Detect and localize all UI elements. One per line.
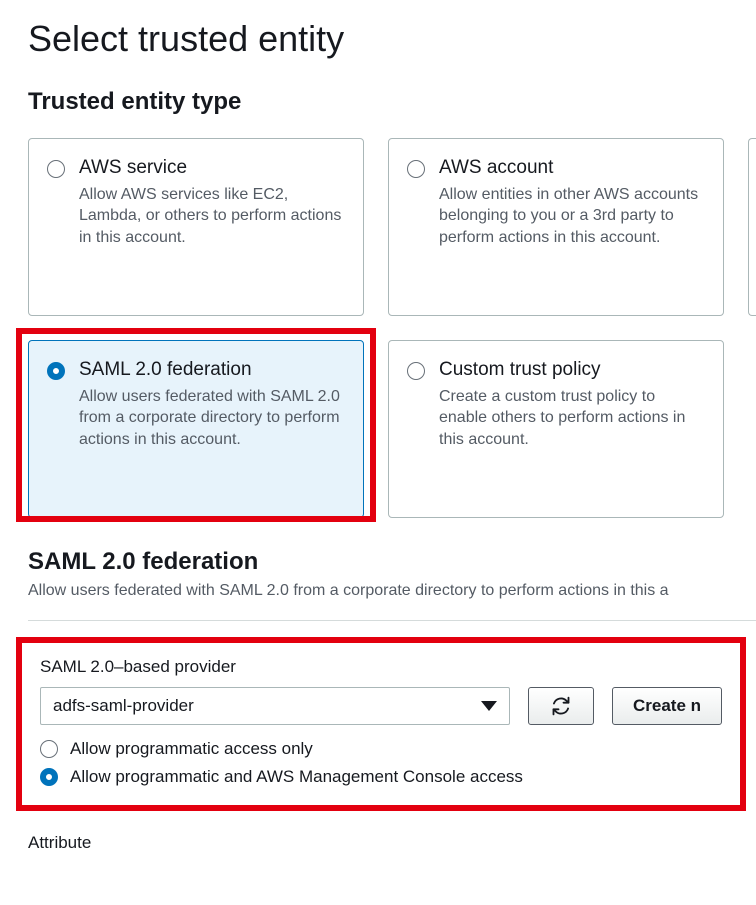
access-option-programmatic-only[interactable]: Allow programmatic access only bbox=[40, 739, 744, 759]
chevron-down-icon bbox=[481, 701, 497, 711]
refresh-icon bbox=[551, 696, 571, 716]
access-option-console-access[interactable]: Allow programmatic and AWS Management Co… bbox=[40, 767, 744, 787]
card-desc: Allow AWS services like EC2, Lambda, or … bbox=[79, 184, 347, 249]
radio-icon bbox=[40, 740, 58, 758]
provider-select-value: adfs-saml-provider bbox=[53, 696, 194, 716]
create-provider-button[interactable]: Create n bbox=[612, 687, 722, 725]
radio-icon bbox=[47, 362, 65, 380]
entity-card-aws-service[interactable]: AWS service Allow AWS services like EC2,… bbox=[28, 138, 364, 316]
provider-select[interactable]: adfs-saml-provider bbox=[40, 687, 510, 725]
radio-icon bbox=[407, 160, 425, 178]
card-label: Custom trust policy bbox=[439, 359, 707, 382]
provider-label: SAML 2.0–based provider bbox=[40, 657, 744, 677]
page-title: Select trusted entity bbox=[28, 18, 756, 60]
refresh-button[interactable] bbox=[528, 687, 594, 725]
access-option-label: Allow programmatic and AWS Management Co… bbox=[70, 767, 523, 787]
access-option-label: Allow programmatic access only bbox=[70, 739, 313, 759]
section-trusted-entity-type: Trusted entity type bbox=[28, 88, 756, 116]
entity-card-custom-trust-policy[interactable]: Custom trust policy Create a custom trus… bbox=[388, 340, 724, 518]
attribute-label: Attribute bbox=[28, 833, 756, 853]
radio-icon bbox=[47, 160, 65, 178]
card-label: AWS account bbox=[439, 157, 707, 180]
saml-heading: SAML 2.0 federation bbox=[28, 548, 756, 576]
card-desc: Allow entities in other AWS accounts bel… bbox=[439, 184, 707, 249]
radio-icon bbox=[40, 768, 58, 786]
card-desc: Create a custom trust policy to enable o… bbox=[439, 386, 707, 451]
card-label: AWS service bbox=[79, 157, 347, 180]
entity-card-saml-federation[interactable]: SAML 2.0 federation Allow users federate… bbox=[28, 340, 364, 518]
card-label: SAML 2.0 federation bbox=[79, 359, 347, 382]
entity-card-partial[interactable] bbox=[748, 138, 756, 316]
saml-subtext: Allow users federated with SAML 2.0 from… bbox=[28, 582, 756, 600]
radio-icon bbox=[407, 362, 425, 380]
entity-card-aws-account[interactable]: AWS account Allow entities in other AWS … bbox=[388, 138, 724, 316]
card-desc: Allow users federated with SAML 2.0 from… bbox=[79, 386, 347, 451]
divider bbox=[28, 620, 756, 621]
button-label: Create n bbox=[633, 696, 701, 716]
